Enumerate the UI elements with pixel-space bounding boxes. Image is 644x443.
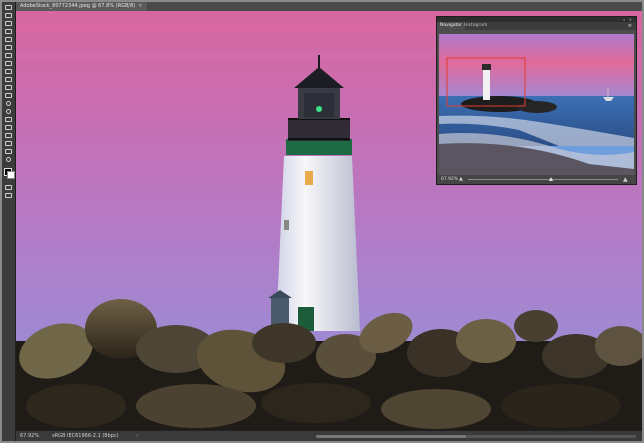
zoom-slider[interactable] — [468, 177, 618, 181]
pen-icon[interactable] — [5, 117, 12, 122]
history-brush-icon[interactable] — [5, 77, 12, 82]
status-bar: 67.92% sRGB IEC61966-2.1 (8bpc) › — [16, 430, 642, 441]
quick-mask-icon[interactable] — [5, 185, 12, 190]
background-color-swatch[interactable] — [7, 171, 15, 179]
scrollbar-thumb[interactable] — [316, 435, 466, 438]
document-tab-title: AdobeStock_80772344.jpeg @ 67.8% (RGB/8) — [20, 3, 136, 9]
healing-icon[interactable] — [5, 53, 12, 58]
document-tab[interactable]: AdobeStock_80772344.jpeg @ 67.8% (RGB/8)… — [16, 2, 148, 11]
tools-panel — [2, 2, 16, 441]
quick-select-icon[interactable] — [5, 29, 12, 34]
navigator-thumbnail[interactable] — [439, 34, 634, 179]
screen-mode-icon[interactable] — [5, 193, 12, 198]
eraser-icon[interactable] — [5, 85, 12, 90]
zoom-out-icon[interactable]: ▲ — [459, 175, 463, 184]
lasso-icon[interactable] — [5, 21, 12, 26]
panel-menu-icon[interactable]: ≡ — [628, 22, 632, 30]
marquee-icon[interactable] — [5, 13, 12, 18]
zoom-in-icon[interactable]: ▲ — [623, 175, 628, 184]
brush-icon[interactable] — [5, 61, 12, 66]
blur-icon[interactable] — [6, 101, 11, 106]
type-icon[interactable] — [5, 125, 12, 130]
photoshop-window: AdobeStock_80772344.jpeg @ 67.8% (RGB/8)… — [0, 0, 644, 443]
navigator-panel: » × Navigator Histogram ≡ 67.92% ▲ ▲ — [436, 16, 637, 185]
dodge-icon[interactable] — [6, 109, 11, 114]
zoom-icon[interactable] — [6, 157, 11, 162]
status-menu-arrow[interactable]: › — [136, 431, 138, 441]
status-zoom-level[interactable]: 67.92% — [20, 431, 39, 441]
color-swatches — [2, 168, 15, 182]
status-doc-info: sRGB IEC61966-2.1 (8bpc) — [52, 433, 119, 439]
close-icon[interactable]: × — [138, 3, 142, 9]
navigator-zoom-value[interactable]: 67.92% — [441, 175, 458, 184]
panel-tabs: Navigator Histogram ≡ — [437, 22, 636, 30]
eyedropper-icon[interactable] — [5, 45, 12, 50]
move-icon[interactable] — [5, 5, 12, 10]
clone-stamp-icon[interactable] — [5, 69, 12, 74]
crop-icon[interactable] — [5, 37, 12, 42]
zoom-slider-knob[interactable] — [548, 177, 553, 181]
navigator-zoom-bar: 67.92% ▲ ▲ — [437, 175, 636, 184]
document-tab-bar: AdobeStock_80772344.jpeg @ 67.8% (RGB/8)… — [16, 2, 642, 11]
navigator-preview-image — [439, 34, 634, 179]
hand-icon[interactable] — [5, 149, 12, 154]
gradient-icon[interactable] — [5, 93, 12, 98]
path-select-icon[interactable] — [5, 133, 12, 138]
tab-histogram[interactable]: Histogram — [461, 22, 490, 30]
horizontal-scrollbar[interactable] — [316, 435, 636, 438]
shape-icon[interactable] — [5, 141, 12, 146]
